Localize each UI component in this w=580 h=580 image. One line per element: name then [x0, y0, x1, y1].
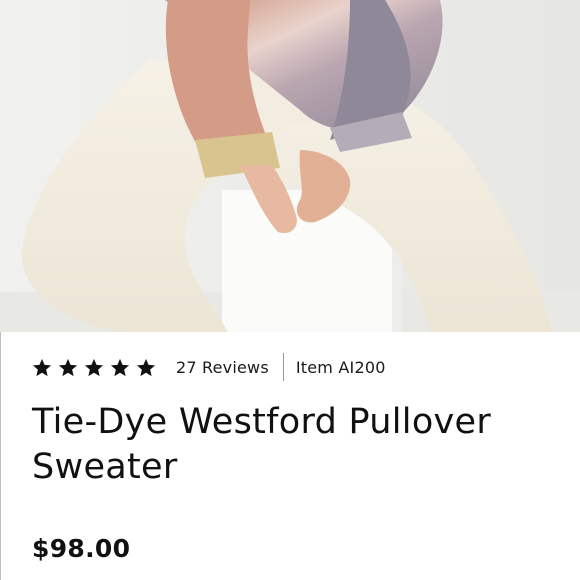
star-rating[interactable] [32, 358, 156, 377]
star-icon [136, 358, 156, 377]
star-icon [110, 358, 130, 377]
product-price: $98.00 [32, 534, 131, 563]
product-photo-illustration [0, 0, 580, 332]
product-title: Tie-Dye Westford Pullover Sweater [32, 402, 492, 487]
star-icon [58, 358, 78, 377]
star-icon [32, 358, 52, 377]
reviews-link[interactable]: 27 Reviews [176, 358, 269, 377]
product-image[interactable] [0, 0, 580, 332]
rating-row: 27 Reviews Item AI200 [32, 352, 386, 382]
divider [282, 353, 284, 381]
star-icon [84, 358, 104, 377]
item-code: Item AI200 [295, 357, 386, 377]
